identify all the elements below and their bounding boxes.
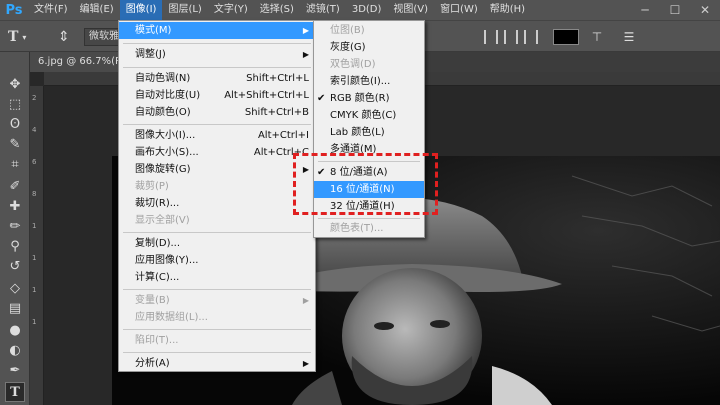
dodge-tool-icon[interactable]: ◐ bbox=[5, 340, 25, 360]
ruler-number: 1 bbox=[32, 286, 37, 294]
menu-filter[interactable]: 滤镜(T) bbox=[300, 0, 346, 20]
warp-text-icon[interactable]: ⊤ bbox=[588, 29, 606, 45]
check-icon: ✔ bbox=[317, 93, 326, 104]
quick-select-tool-icon[interactable]: ✎ bbox=[5, 134, 25, 154]
menu-select[interactable]: 选择(S) bbox=[254, 0, 300, 20]
menu-layer[interactable]: 图层(L) bbox=[162, 0, 207, 20]
mode-item-lab[interactable]: Lab 颜色(L) bbox=[314, 124, 424, 141]
brush-tool-icon[interactable]: ✏ bbox=[5, 216, 25, 236]
history-brush-tool-icon[interactable]: ↺ bbox=[5, 256, 25, 276]
photoshop-logo: Ps bbox=[5, 2, 23, 18]
menu-item-apply-data-set[interactable]: 应用数据组(L)... bbox=[119, 309, 315, 326]
check-icon: ✔ bbox=[317, 167, 326, 178]
ruler-number: 4 bbox=[32, 126, 37, 134]
mode-item-indexed-color[interactable]: 索引颜色(I)... bbox=[314, 73, 424, 90]
crop-tool-icon[interactable]: ⌗ bbox=[5, 154, 25, 174]
type-tool-preset-icon[interactable]: T ▾ bbox=[8, 27, 26, 47]
ruler-number: 1 bbox=[32, 254, 37, 262]
blur-tool-icon[interactable]: ● bbox=[5, 320, 25, 340]
menu-item-auto-contrast[interactable]: 自动对比度(U) Alt+Shift+Ctrl+L bbox=[119, 87, 315, 104]
tools-panel: ✥ ⬚ ʘ ✎ ⌗ ✐ ✚ ✏ ⚲ ↺ ◇ ▤ ● ◐ ✒ T bbox=[0, 52, 30, 405]
menu-item-variables[interactable]: 变量(B) ▶ bbox=[119, 292, 315, 309]
menu-item-image-size[interactable]: 图像大小(I)... Alt+Ctrl+I bbox=[119, 127, 315, 144]
menu-item-adjustments[interactable]: 调整(J) ▶ bbox=[119, 46, 315, 63]
menu-image[interactable]: 图像(I) bbox=[119, 0, 163, 20]
menu-item-trim[interactable]: 裁切(R)... bbox=[119, 195, 315, 212]
menu-bar: Ps 文件(F) 编辑(E) 图像(I) 图层(L) 文字(Y) 选择(S) 滤… bbox=[0, 0, 720, 20]
mode-item-duotone[interactable]: 双色调(D) bbox=[314, 56, 424, 73]
mode-item-cmyk[interactable]: CMYK 颜色(C) bbox=[314, 107, 424, 124]
mode-item-16-bit[interactable]: 16 位/通道(N) bbox=[314, 181, 424, 198]
eyedropper-tool-icon[interactable]: ✐ bbox=[5, 176, 25, 196]
move-tool-icon[interactable]: ✥ bbox=[5, 74, 25, 94]
toggle-orientation-icon[interactable]: ⇕ bbox=[58, 27, 70, 47]
text-color-swatch[interactable] bbox=[553, 29, 579, 45]
maximize-icon[interactable]: ☐ bbox=[660, 0, 690, 20]
pen-tool-icon[interactable]: ✒ bbox=[5, 360, 25, 380]
healing-brush-tool-icon[interactable]: ✚ bbox=[5, 196, 25, 216]
menu-item-calculations[interactable]: 计算(C)... bbox=[119, 269, 315, 286]
clone-stamp-tool-icon[interactable]: ⚲ bbox=[5, 236, 25, 256]
document-tab[interactable]: 6.jpg @ 66.7%(RG bbox=[30, 52, 120, 72]
character-panel-icon[interactable]: ☰ bbox=[620, 29, 638, 45]
lasso-tool-icon[interactable]: ʘ bbox=[5, 114, 25, 134]
menu-3d[interactable]: 3D(D) bbox=[346, 0, 388, 20]
text-align-icons bbox=[484, 30, 538, 44]
ruler-left: 2 4 6 8 1 1 1 1 bbox=[30, 86, 44, 405]
minimize-icon[interactable]: ─ bbox=[630, 0, 660, 20]
menu-window[interactable]: 窗口(W) bbox=[434, 0, 484, 20]
ruler-number: 1 bbox=[32, 222, 37, 230]
menu-item-duplicate[interactable]: 复制(D)... bbox=[119, 235, 315, 252]
ruler-number: 8 bbox=[32, 190, 37, 198]
menu-file[interactable]: 文件(F) bbox=[28, 0, 74, 20]
ruler-number: 1 bbox=[32, 318, 37, 326]
align-center-icon[interactable] bbox=[504, 30, 518, 44]
mode-item-8-bit[interactable]: ✔ 8 位/通道(A) bbox=[314, 164, 424, 181]
menu-help[interactable]: 帮助(H) bbox=[484, 0, 531, 20]
mode-submenu: 位图(B) 灰度(G) 双色调(D) 索引颜色(I)... ✔ RGB 颜色(R)… bbox=[313, 20, 425, 238]
menu-type[interactable]: 文字(Y) bbox=[208, 0, 254, 20]
ruler-number: 6 bbox=[32, 158, 37, 166]
mode-item-32-bit[interactable]: 32 位/通道(H) bbox=[314, 198, 424, 215]
close-icon[interactable]: ✕ bbox=[690, 0, 720, 20]
mode-item-grayscale[interactable]: 灰度(G) bbox=[314, 39, 424, 56]
image-menu: 模式(M) ▶ 调整(J) ▶ 自动色调(N) Shift+Ctrl+L 自动对比度(… bbox=[118, 20, 316, 372]
menu-view[interactable]: 视图(V) bbox=[387, 0, 434, 20]
menu-item-mode[interactable]: 模式(M) ▶ bbox=[119, 22, 315, 39]
mode-item-rgb[interactable]: ✔ RGB 颜色(R) bbox=[314, 90, 424, 107]
mode-item-multichannel[interactable]: 多通道(M) bbox=[314, 141, 424, 158]
ruler-number: 2 bbox=[32, 94, 37, 102]
menu-item-trap[interactable]: 陷印(T)... bbox=[119, 332, 315, 349]
menu-item-auto-tone[interactable]: 自动色调(N) Shift+Ctrl+L bbox=[119, 70, 315, 87]
gradient-tool-icon[interactable]: ▤ bbox=[5, 298, 25, 318]
align-left-icon[interactable] bbox=[484, 30, 498, 44]
menu-item-apply-image[interactable]: 应用图像(Y)... bbox=[119, 252, 315, 269]
eraser-tool-icon[interactable]: ◇ bbox=[5, 278, 25, 298]
menu-item-reveal-all[interactable]: 显示全部(V) bbox=[119, 212, 315, 229]
mode-item-bitmap[interactable]: 位图(B) bbox=[314, 22, 424, 39]
menu-item-canvas-size[interactable]: 画布大小(S)... Alt+Ctrl+C bbox=[119, 144, 315, 161]
menu-item-auto-color[interactable]: 自动颜色(O) Shift+Ctrl+B bbox=[119, 104, 315, 121]
menu-item-analysis[interactable]: 分析(A) ▶ bbox=[119, 355, 315, 372]
menu-edit[interactable]: 编辑(E) bbox=[74, 0, 120, 20]
menu-item-image-rotation[interactable]: 图像旋转(G) ▶ bbox=[119, 161, 315, 178]
type-tool-icon[interactable]: T bbox=[5, 382, 25, 402]
marquee-tool-icon[interactable]: ⬚ bbox=[5, 94, 25, 114]
mode-item-color-table[interactable]: 颜色表(T)... bbox=[314, 220, 424, 237]
align-right-icon[interactable] bbox=[524, 30, 538, 44]
menu-item-crop[interactable]: 裁剪(P) bbox=[119, 178, 315, 195]
